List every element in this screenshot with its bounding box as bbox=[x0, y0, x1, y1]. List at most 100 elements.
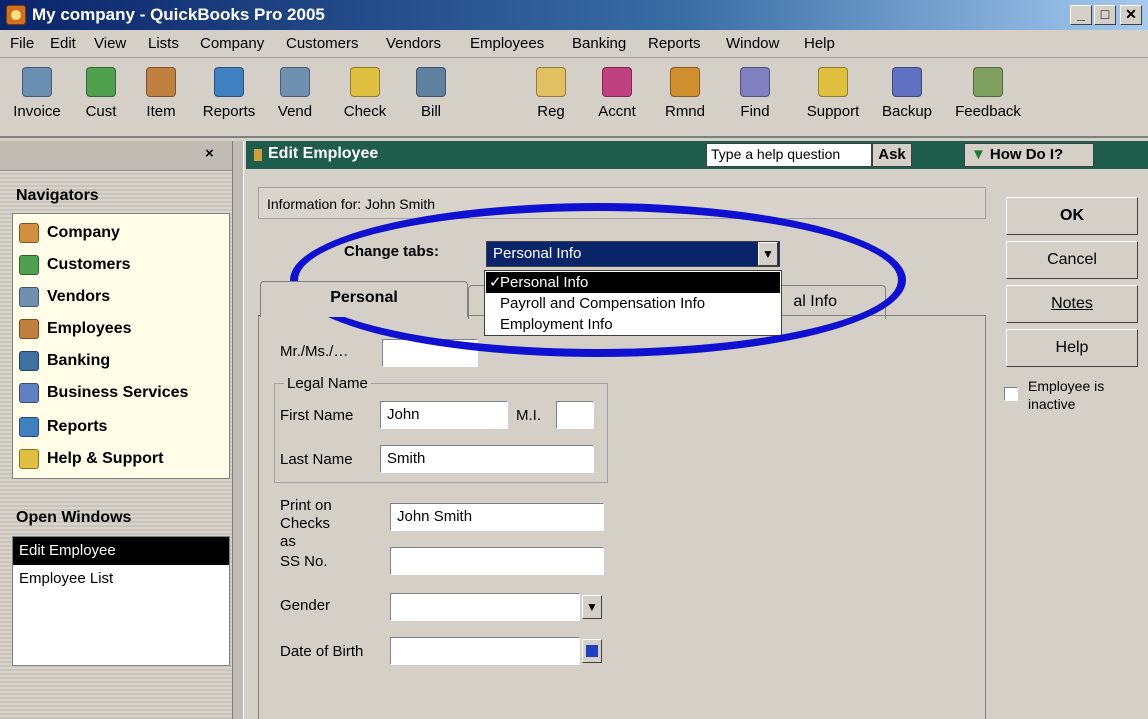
chevron-down-icon[interactable]: ▼ bbox=[758, 242, 778, 266]
menu-customers[interactable]: Customers bbox=[286, 35, 359, 52]
menu-employees[interactable]: Employees bbox=[470, 35, 544, 52]
ssn-field[interactable] bbox=[390, 547, 604, 575]
employee-inactive-checkbox[interactable] bbox=[1004, 387, 1018, 401]
dropdown-option-payroll[interactable]: Payroll and Compensation Info bbox=[486, 293, 780, 314]
chevron-down-icon[interactable]: ▼ bbox=[582, 595, 602, 619]
menu-window[interactable]: Window bbox=[726, 35, 779, 52]
vendor-icon bbox=[280, 67, 310, 97]
menu-view[interactable]: View bbox=[94, 35, 126, 52]
item-icon bbox=[146, 67, 176, 97]
nav-item-business-services[interactable]: Business Services bbox=[19, 378, 188, 408]
quickbooks-app-icon[interactable] bbox=[6, 5, 26, 25]
menu-bar: File Edit View Lists Company Customers V… bbox=[0, 30, 1148, 58]
menu-company[interactable]: Company bbox=[200, 35, 264, 52]
toolbar-support-button[interactable]: Support bbox=[800, 63, 866, 120]
help-question-input[interactable]: Type a help question bbox=[706, 143, 872, 167]
menu-vendors[interactable]: Vendors bbox=[386, 35, 441, 52]
salutation-label: Mr./Ms./… bbox=[280, 343, 349, 360]
business-services-icon bbox=[19, 383, 39, 403]
last-name-field[interactable]: Smith bbox=[380, 445, 594, 473]
date-of-birth-field[interactable] bbox=[390, 637, 580, 665]
change-tabs-dropdown-list: ✓ Personal Info Payroll and Compensation … bbox=[484, 270, 782, 336]
maximize-button[interactable]: □ bbox=[1094, 5, 1116, 25]
change-tabs-label: Change tabs: bbox=[344, 243, 440, 260]
menu-edit[interactable]: Edit bbox=[50, 35, 76, 52]
employee-inactive-label: Employee is inactive bbox=[1028, 378, 1105, 412]
print-on-checks-field[interactable]: John Smith bbox=[390, 503, 604, 531]
toolbar-feedback-button[interactable]: Feedback bbox=[948, 63, 1028, 120]
help-support-icon bbox=[19, 449, 39, 469]
menu-banking[interactable]: Banking bbox=[572, 35, 626, 52]
minimize-button[interactable]: _ bbox=[1070, 5, 1092, 25]
help-button[interactable]: Help bbox=[1006, 329, 1138, 367]
navigators-list: Company Customers Vendors Employees Bank… bbox=[12, 213, 230, 479]
salutation-field[interactable] bbox=[382, 339, 478, 367]
nav-item-reports[interactable]: Reports bbox=[19, 412, 107, 442]
open-windows-list: Edit Employee Employee List bbox=[12, 536, 230, 666]
bill-icon bbox=[416, 67, 446, 97]
nav-item-employees[interactable]: Employees bbox=[19, 314, 131, 344]
change-tabs-select[interactable]: Personal Info bbox=[486, 241, 780, 267]
menu-help[interactable]: Help bbox=[804, 35, 835, 52]
toolbar-rmnd-button[interactable]: Rmnd bbox=[652, 63, 718, 120]
first-name-field[interactable]: John bbox=[380, 401, 508, 429]
toolbar-invoice-button[interactable]: Invoice bbox=[4, 63, 70, 120]
toolbar-accnt-button[interactable]: Accnt bbox=[584, 63, 650, 120]
tab-personal[interactable]: Personal bbox=[260, 281, 468, 317]
support-icon bbox=[818, 67, 848, 97]
close-button[interactable]: ✕ bbox=[1120, 5, 1142, 25]
toolbar-check-button[interactable]: Check bbox=[332, 63, 398, 120]
first-name-label: First Name bbox=[280, 407, 354, 424]
toolbar-backup-button[interactable]: Backup bbox=[874, 63, 940, 120]
cancel-button[interactable]: Cancel bbox=[1006, 241, 1138, 279]
toolbar-reports-button[interactable]: Reports bbox=[196, 63, 262, 120]
triangle-down-icon: ▼ bbox=[971, 146, 986, 163]
dropdown-option-employment[interactable]: Employment Info bbox=[486, 314, 780, 335]
check-icon bbox=[350, 67, 380, 97]
ask-button[interactable]: Ask bbox=[872, 143, 912, 167]
checkmark-icon: ✓ bbox=[489, 274, 502, 291]
navigator-pane: × Navigators Company Customers Vendors E… bbox=[0, 141, 232, 719]
account-icon bbox=[602, 67, 632, 97]
navigators-heading: Navigators bbox=[16, 187, 99, 204]
nav-item-company[interactable]: Company bbox=[19, 218, 120, 248]
open-window-item[interactable]: Employee List bbox=[13, 565, 229, 593]
nav-item-vendors[interactable]: Vendors bbox=[19, 282, 110, 312]
nav-item-help-support[interactable]: Help & Support bbox=[19, 444, 163, 474]
reports-icon bbox=[19, 417, 39, 437]
pane-splitter[interactable] bbox=[232, 141, 244, 719]
middle-initial-field[interactable] bbox=[556, 401, 594, 429]
information-for-box: Information for: John Smith bbox=[258, 187, 986, 219]
dropdown-option-personal-info[interactable]: ✓ Personal Info bbox=[486, 272, 780, 293]
toolbar-vend-button[interactable]: Vend bbox=[262, 63, 328, 120]
notes-button[interactable]: Notes bbox=[1006, 285, 1138, 323]
calendar-icon[interactable] bbox=[582, 639, 602, 663]
toolbar-bill-button[interactable]: Bill bbox=[398, 63, 464, 120]
toolbar-cust-button[interactable]: Cust bbox=[68, 63, 134, 120]
date-of-birth-label: Date of Birth bbox=[280, 643, 364, 660]
nav-item-customers[interactable]: Customers bbox=[19, 250, 131, 280]
toolbar-item-button[interactable]: Item bbox=[128, 63, 194, 120]
ok-button[interactable]: OK bbox=[1006, 197, 1138, 235]
edit-employee-form: Information for: John Smith Change tabs:… bbox=[246, 169, 1148, 719]
toolbar-reg-button[interactable]: Reg bbox=[518, 63, 584, 120]
open-window-item[interactable]: Edit Employee bbox=[13, 537, 229, 565]
gender-select[interactable] bbox=[390, 593, 580, 621]
edit-employee-title: Edit Employee bbox=[268, 145, 379, 162]
how-do-i-button[interactable]: ▼ How Do I? bbox=[964, 143, 1094, 167]
menu-file[interactable]: File bbox=[10, 35, 34, 52]
find-icon bbox=[740, 67, 770, 97]
register-icon bbox=[536, 67, 566, 97]
company-icon bbox=[19, 223, 39, 243]
feedback-icon bbox=[973, 67, 1003, 97]
invoice-icon bbox=[22, 67, 52, 97]
close-icon[interactable]: × bbox=[205, 145, 214, 162]
legal-name-label: Legal Name bbox=[284, 375, 371, 392]
customer-icon bbox=[86, 67, 116, 97]
middle-initial-label: M.I. bbox=[516, 407, 541, 424]
menu-reports[interactable]: Reports bbox=[648, 35, 701, 52]
toolbar-find-button[interactable]: Find bbox=[722, 63, 788, 120]
menu-lists[interactable]: Lists bbox=[148, 35, 179, 52]
nav-item-banking[interactable]: Banking bbox=[19, 346, 110, 376]
window-icon bbox=[254, 149, 262, 161]
